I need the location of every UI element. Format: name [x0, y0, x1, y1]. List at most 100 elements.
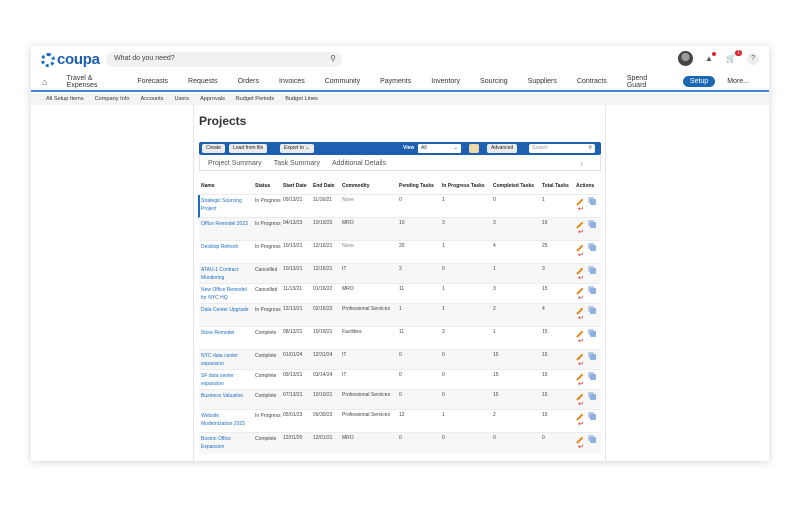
cell-end: 12/01/21 [313, 435, 333, 441]
undo-arrow-icon[interactable]: ↵ [578, 315, 584, 322]
filter-icon[interactable] [469, 144, 479, 153]
undo-arrow-icon[interactable]: ↵ [578, 381, 584, 388]
nav-item-sourcing[interactable]: Sourcing [480, 78, 508, 85]
subnav-item-all-setup-items[interactable]: All Setup Items [46, 96, 84, 102]
load-from-file-button[interactable]: Load from file [229, 144, 268, 153]
tab-additional-details[interactable]: Additional Details [332, 160, 386, 167]
setup-subnav: All Setup Items Company Info Accounts Users… [31, 93, 769, 105]
cell-name[interactable]: Data Center Upgrade [201, 306, 251, 314]
edit-pencil-icon[interactable] [576, 373, 584, 381]
column-header-end-date[interactable]: End Date [313, 183, 335, 189]
column-header-total-tasks[interactable]: Total Tasks [542, 183, 569, 189]
column-header-name[interactable]: Name [201, 183, 215, 189]
tab-project-summary[interactable]: Project Summary [208, 160, 262, 167]
cell-name[interactable]: ATAU-1 Contract Monitoring [201, 266, 251, 282]
subnav-item-company-info[interactable]: Company Info [95, 96, 130, 102]
copy-icon-back [590, 331, 596, 337]
undo-arrow-icon[interactable]: ↵ [578, 275, 584, 282]
nav-item-orders[interactable]: Orders [238, 78, 259, 85]
nav-item-community[interactable]: Community [325, 78, 360, 85]
cell-commodity: None [342, 243, 354, 249]
column-header-commodity[interactable]: Commodity [342, 183, 370, 189]
column-header-in-progress-tasks[interactable]: In Progress Tasks [442, 183, 485, 189]
edit-pencil-icon[interactable] [576, 267, 584, 275]
avatar[interactable] [678, 51, 693, 66]
table-row: Strategic Sourcing Project In Progress 09/… [198, 194, 601, 218]
edit-pencil-icon[interactable] [576, 353, 584, 361]
cell-name[interactable]: Website Modernization 2023 [201, 412, 251, 428]
nav-item-spend-guard[interactable]: Spend Guard [627, 75, 663, 89]
undo-arrow-icon[interactable]: ↵ [578, 338, 584, 345]
undo-arrow-icon[interactable]: ↵ [578, 295, 584, 302]
search-icon[interactable]: ⚲ [330, 54, 336, 63]
cell-name[interactable]: Desktop Refresh [201, 243, 251, 251]
column-header-status[interactable]: Status [255, 183, 270, 189]
global-search-input[interactable]: What do you need? ⚲ [106, 52, 342, 67]
cell-end: 10/10/21 [313, 392, 333, 398]
nav-item-travel-expenses[interactable]: Travel & Expenses [67, 75, 118, 89]
undo-arrow-icon[interactable]: ↵ [578, 252, 584, 259]
notifications-bell-icon[interactable]: ▲ [703, 52, 716, 63]
nav-item-forecasts[interactable]: Forecasts [137, 78, 168, 85]
view-select[interactable]: All ⌄ [418, 144, 461, 153]
column-header-actions[interactable]: Actions [576, 183, 594, 189]
table-row: SF data center expansion Complete 09/13/21… [199, 369, 601, 389]
nav-item-suppliers[interactable]: Suppliers [528, 78, 557, 85]
cell-name[interactable]: NYC data center expansion [201, 352, 251, 368]
cell-pending: 20 [399, 243, 405, 249]
edit-pencil-icon[interactable] [576, 287, 584, 295]
nav-item-inventory[interactable]: Inventory [431, 78, 460, 85]
subnav-item-users[interactable]: Users [174, 96, 189, 102]
export-to-button[interactable]: Export to ⌄ [280, 144, 314, 153]
undo-arrow-icon[interactable]: ↵ [578, 444, 584, 451]
cell-commodity: Professional Services [342, 306, 391, 312]
undo-arrow-icon[interactable]: ↵ [578, 229, 584, 236]
cart-icon[interactable]: 🛒 1 [725, 50, 742, 63]
undo-arrow-icon[interactable]: ↵ [578, 206, 584, 213]
edit-pencil-icon[interactable] [576, 198, 584, 206]
undo-arrow-icon[interactable]: ↵ [578, 421, 584, 428]
undo-arrow-icon[interactable]: ↵ [578, 361, 584, 368]
nav-item-payments[interactable]: Payments [380, 78, 411, 85]
edit-pencil-icon[interactable] [576, 393, 584, 401]
nav-item-requests[interactable]: Requests [188, 78, 218, 85]
advanced-button[interactable]: Advanced [487, 144, 518, 153]
edit-pencil-icon[interactable] [576, 436, 584, 444]
cell-name[interactable]: Strategic Sourcing Project [201, 197, 251, 213]
edit-pencil-icon[interactable] [576, 307, 584, 315]
edit-pencil-icon[interactable] [576, 221, 584, 229]
cell-name[interactable]: Business Valuation [201, 392, 251, 400]
subnav-item-approvals[interactable]: Approvals [200, 96, 225, 102]
edit-pencil-icon[interactable] [576, 244, 584, 252]
cell-name[interactable]: Boston Office Expansion [201, 435, 251, 451]
chevron-right-icon[interactable]: › [580, 159, 583, 168]
undo-arrow-icon[interactable]: ↵ [578, 401, 584, 408]
edit-pencil-icon[interactable] [576, 330, 584, 338]
nav-item-setup[interactable]: Setup [682, 76, 716, 87]
cell-status: Complete [255, 373, 277, 379]
coupa-logo[interactable]: coupa [41, 51, 100, 68]
home-icon[interactable]: ⌂ [42, 77, 51, 87]
cell-end: 01/16/22 [313, 286, 333, 292]
edit-pencil-icon[interactable] [576, 413, 584, 421]
subnav-item-budget-periods[interactable]: Budget Periods [236, 96, 274, 102]
cell-name[interactable]: New Office Remodel for NYC HQ [201, 286, 251, 302]
cell-name[interactable]: Store Remodel [201, 329, 251, 337]
search-icon: ⚲ [588, 145, 592, 151]
cell-commodity: Professional Services [342, 412, 391, 418]
subnav-item-accounts[interactable]: Accounts [140, 96, 163, 102]
help-button[interactable]: ? [747, 52, 759, 65]
column-header-pending-tasks[interactable]: Pending Tasks [399, 183, 434, 189]
table-search-input[interactable]: Search ⚲ [529, 144, 595, 153]
nav-item-more[interactable]: More... [727, 78, 749, 85]
cell-name[interactable]: Office Remodel 2023 [201, 220, 251, 228]
column-header-start-date[interactable]: Start Date [283, 183, 307, 189]
row-actions: ↵ [576, 391, 599, 409]
create-button[interactable]: Create [202, 144, 226, 153]
nav-item-contracts[interactable]: Contracts [577, 78, 607, 85]
nav-item-invoices[interactable]: Invoices [279, 78, 305, 85]
cell-name[interactable]: SF data center expansion [201, 372, 251, 388]
tab-task-summary[interactable]: Task Summary [274, 160, 320, 167]
subnav-item-budget-lines[interactable]: Budget Lines [285, 96, 318, 102]
column-header-completed-tasks[interactable]: Completed Tasks [493, 183, 534, 189]
